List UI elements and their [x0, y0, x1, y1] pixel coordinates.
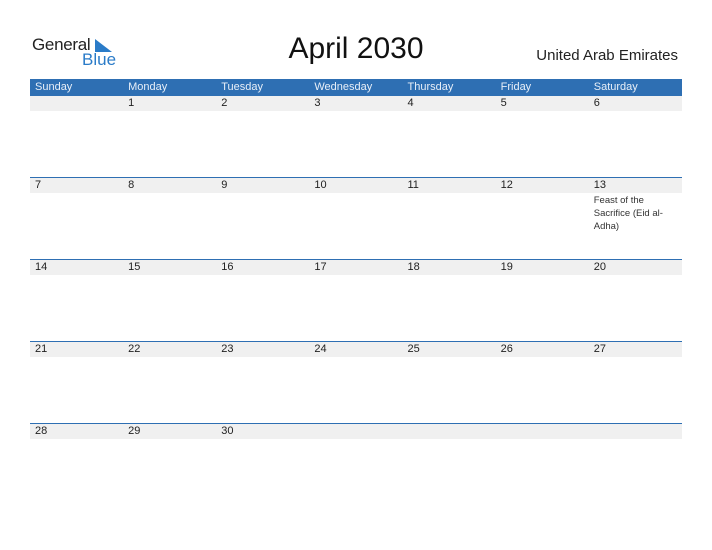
week-cells: 28 29 30 [30, 424, 682, 439]
day-cell [403, 424, 496, 439]
weekday-header: Sunday Monday Tuesday Wednesday Thursday… [30, 79, 682, 96]
day-number: 16 [221, 261, 234, 273]
day-cell: 8 [123, 178, 216, 233]
day-cell: 22 [123, 342, 216, 357]
day-cell: 2 [216, 96, 309, 111]
day-number: 29 [128, 425, 141, 437]
day-cell: 29 [123, 424, 216, 439]
week-cells: 21 22 23 24 25 26 27 [30, 342, 682, 357]
weekday-friday: Friday [500, 81, 532, 93]
holiday-event: Feast of the Sacrifice (Eid al-Adha) [593, 195, 663, 232]
day-number: 7 [35, 179, 42, 191]
day-number [35, 96, 123, 111]
day-cell [30, 96, 123, 111]
week-row: 28 29 30 [30, 423, 682, 505]
day-cell [589, 424, 682, 439]
weekday-saturday: Saturday [593, 81, 638, 93]
day-number: 14 [35, 261, 48, 273]
day-cell: 12 [496, 178, 589, 233]
weekday-thursday: Thursday [407, 81, 454, 93]
day-number: 10 [314, 179, 327, 191]
day-cell: 19 [496, 260, 589, 275]
day-cell: 7 [30, 178, 123, 233]
day-cell: 14 [30, 260, 123, 275]
day-number: 24 [314, 343, 327, 355]
day-number: 4 [407, 97, 414, 109]
day-number: 12 [500, 179, 513, 191]
day-cell: 10 [309, 178, 402, 233]
day-cell: 5 [496, 96, 589, 111]
day-cell: 17 [309, 260, 402, 275]
day-cell: 6 [589, 96, 682, 111]
weekday-wednesday: Wednesday [314, 81, 373, 93]
day-number: 21 [35, 343, 48, 355]
day-number [501, 424, 589, 439]
day-cell [309, 424, 402, 439]
weekday-tuesday: Tuesday [221, 81, 264, 93]
day-cell: 30 [216, 424, 309, 439]
day-number: 8 [128, 179, 135, 191]
weekday-sunday: Sunday [35, 81, 73, 93]
day-cell: 21 [30, 342, 123, 357]
day-number: 15 [128, 261, 141, 273]
day-number: 18 [407, 261, 420, 273]
day-cell [496, 424, 589, 439]
week-row: 1 2 3 4 5 6 [30, 96, 682, 177]
day-number: 13 [593, 179, 606, 191]
day-cell: 16 [216, 260, 309, 275]
calendar-grid: Sunday Monday Tuesday Wednesday Thursday… [30, 79, 682, 505]
day-cell: 25 [403, 342, 496, 357]
day-cell: 18 [403, 260, 496, 275]
day-cell: 26 [496, 342, 589, 357]
day-cell: 4 [403, 96, 496, 111]
day-number: 22 [128, 343, 141, 355]
day-number: 27 [593, 343, 606, 355]
day-number: 23 [221, 343, 234, 355]
day-number: 25 [407, 343, 420, 355]
day-number: 19 [500, 261, 513, 273]
day-number: 17 [314, 261, 327, 273]
day-number: 5 [500, 97, 507, 109]
day-number [408, 424, 496, 439]
day-number: 11 [407, 179, 419, 191]
day-cell: 27 [589, 342, 682, 357]
day-cell: 28 [30, 424, 123, 439]
day-cell: 13 Feast of the Sacrifice (Eid al-Adha) [589, 178, 682, 233]
day-number: 20 [593, 261, 606, 273]
week-cells: 7 8 9 10 11 12 13 Feast of the Sacrifice (Eid a… [30, 178, 682, 233]
day-cell: 23 [216, 342, 309, 357]
day-number: 30 [221, 425, 234, 437]
weekday-monday: Monday [128, 81, 168, 93]
day-number: 2 [221, 97, 228, 109]
country-name: United Arab Emirates [536, 47, 678, 64]
day-cell: 15 [123, 260, 216, 275]
day-number: 3 [314, 97, 321, 109]
day-cell: 1 [123, 96, 216, 111]
day-cell: 11 [403, 178, 496, 233]
day-number [594, 424, 682, 439]
day-cell: 24 [309, 342, 402, 357]
week-row: 14 15 16 17 18 19 20 [30, 259, 682, 341]
week-row: 7 8 9 10 11 12 13 Feast of the Sacrifice (Eid a… [30, 177, 682, 259]
day-cell: 3 [309, 96, 402, 111]
week-cells: 1 2 3 4 5 6 [30, 96, 682, 111]
day-cell: 9 [216, 178, 309, 233]
day-number: 1 [128, 97, 135, 109]
day-number: 28 [35, 425, 48, 437]
week-cells: 14 15 16 17 18 19 20 [30, 260, 682, 275]
weeks-container: 1 2 3 4 5 6 7 8 9 10 11 12 13 Feast of the Sacrifice … [30, 96, 682, 505]
day-number [314, 424, 402, 439]
week-row: 21 22 23 24 25 26 27 [30, 341, 682, 423]
day-number: 6 [593, 97, 600, 109]
day-cell: 20 [589, 260, 682, 275]
day-number: 9 [221, 179, 228, 191]
day-number: 26 [500, 343, 513, 355]
